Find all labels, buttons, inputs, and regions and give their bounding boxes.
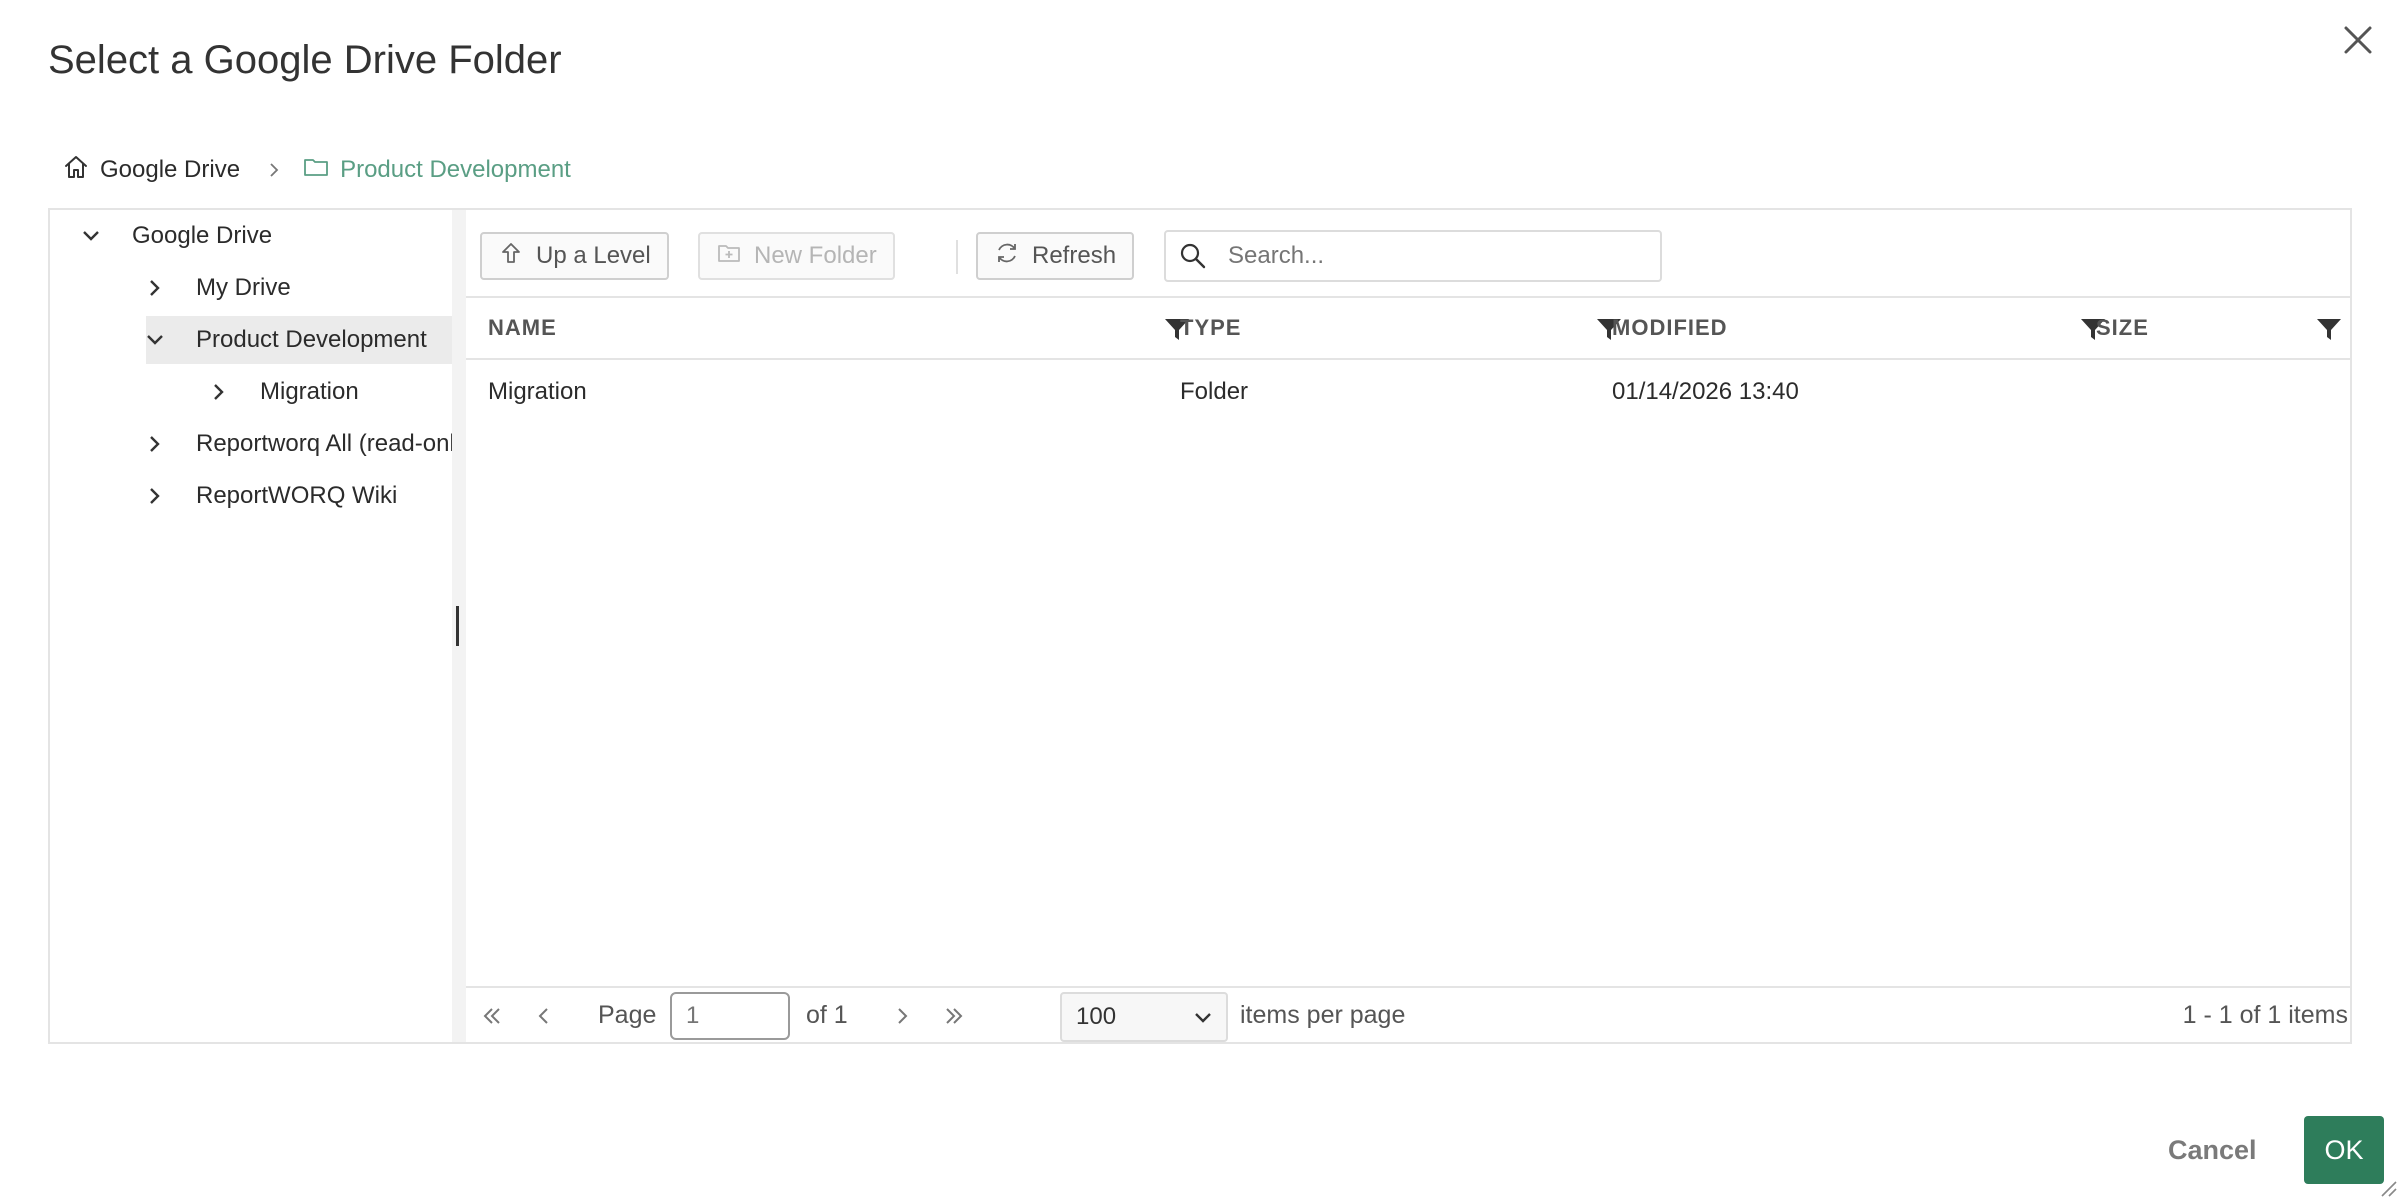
column-header-size[interactable]: SIZE: [2096, 298, 2149, 358]
refresh-button[interactable]: Refresh: [976, 232, 1135, 280]
chevron-right-icon[interactable]: [140, 429, 170, 459]
up-level-label: Up a Level: [536, 242, 651, 269]
tree-item-label: Reportworq All (read-onl: [196, 430, 452, 457]
filter-icon[interactable]: [2314, 314, 2344, 344]
tree-item-migration[interactable]: Migration: [204, 368, 359, 416]
up-level-button[interactable]: Up a Level: [480, 232, 669, 280]
arrow-up-icon: [498, 240, 524, 273]
breadcrumb-label: Google Drive: [100, 156, 241, 183]
chevron-right-icon[interactable]: [140, 481, 170, 511]
next-page-icon[interactable]: [886, 1000, 918, 1032]
chevron-right-icon[interactable]: [204, 377, 234, 407]
cell-type: Folder: [1180, 378, 1249, 405]
items-per-page-label: items per page: [1240, 1000, 1406, 1029]
last-page-icon[interactable]: [938, 1000, 970, 1032]
dialog-title: Select a Google Drive Folder: [48, 38, 562, 82]
breadcrumb: Google Drive Product Development: [62, 152, 571, 188]
ok-button[interactable]: OK: [2304, 1116, 2384, 1184]
close-icon[interactable]: [2336, 18, 2380, 62]
chevron-down-icon[interactable]: [76, 221, 106, 251]
page-size-select[interactable]: 100: [1060, 992, 1228, 1042]
folder-plus-icon: [716, 240, 742, 273]
cancel-button[interactable]: Cancel: [2168, 1126, 2257, 1174]
resize-handle-icon[interactable]: [2376, 1176, 2398, 1198]
pager: Page of 1 100 items per page 1 - 1 of 1 …: [466, 986, 2350, 1042]
items-summary: 1 - 1 of 1 items: [2182, 1000, 2348, 1029]
search-icon: [1166, 232, 1220, 280]
page-number-input[interactable]: [670, 992, 790, 1040]
column-header-modified[interactable]: MODIFIED: [1612, 298, 1728, 358]
page-size-value: 100: [1076, 1003, 1117, 1030]
home-icon: [62, 153, 90, 188]
column-header-type[interactable]: TYPE: [1180, 298, 1241, 358]
refresh-icon: [994, 240, 1020, 273]
breadcrumb-label: Product Development: [340, 156, 571, 183]
tree-item-product-development[interactable]: Product Development: [146, 316, 452, 364]
tree-item-my-drive[interactable]: My Drive: [140, 264, 291, 312]
file-manager: Up a Level New Folder Refresh Search... …: [466, 210, 2350, 1042]
chevron-right-icon[interactable]: [140, 273, 170, 303]
tree-item-google-drive[interactable]: Google Drive: [76, 212, 272, 260]
previous-page-icon[interactable]: [528, 1000, 560, 1032]
tree-item-reportworq-all[interactable]: Reportworq All (read-onl: [140, 420, 452, 468]
tree-item-reportworq-wiki[interactable]: ReportWORQ Wiki: [140, 472, 397, 520]
first-page-icon[interactable]: [476, 1000, 508, 1032]
table-row[interactable]: Migration Folder 01/14/2026 13:40: [466, 362, 2350, 422]
breadcrumb-item-product-development[interactable]: Product Development: [302, 153, 571, 188]
chevron-down-icon: [1195, 1013, 1211, 1023]
grid-header: NAME TYPE MODIFIED SIZE: [466, 298, 2350, 360]
cell-name: Migration: [488, 378, 587, 405]
new-folder-label: New Folder: [754, 242, 877, 269]
page-label: Page: [598, 1000, 657, 1029]
page-count-label: of 1: [806, 1000, 848, 1029]
breadcrumb-item-google-drive[interactable]: Google Drive: [62, 153, 240, 188]
tree-item-label: Migration: [260, 378, 359, 405]
pane-splitter[interactable]: [452, 210, 466, 1042]
search-box[interactable]: [1164, 230, 1662, 282]
tree-item-label: Google Drive: [132, 222, 273, 249]
tree-item-label: My Drive: [196, 274, 291, 301]
cell-modified: 01/14/2026 13:40: [1612, 378, 1799, 405]
column-header-name[interactable]: NAME: [488, 298, 557, 358]
file-toolbar: Up a Level New Folder Refresh: [466, 210, 2350, 298]
folder-picker-dialog: Select a Google Drive Folder Google Driv…: [0, 0, 2400, 1200]
toolbar-divider: [956, 240, 958, 274]
tree-item-label: Product Development: [196, 326, 427, 353]
folder-icon: [302, 153, 330, 188]
new-folder-button[interactable]: New Folder: [698, 232, 895, 280]
tree-item-label: ReportWORQ Wiki: [196, 482, 398, 509]
search-input[interactable]: [1228, 234, 1648, 278]
splitter-grip[interactable]: [456, 606, 459, 646]
chevron-right-icon: [264, 160, 284, 180]
chevron-down-icon[interactable]: [140, 325, 170, 355]
folder-browser-panel: Google Drive My Drive Product Developmen…: [48, 208, 2352, 1044]
refresh-label: Refresh: [1032, 242, 1117, 269]
folder-tree: Google Drive My Drive Product Developmen…: [50, 210, 452, 1042]
